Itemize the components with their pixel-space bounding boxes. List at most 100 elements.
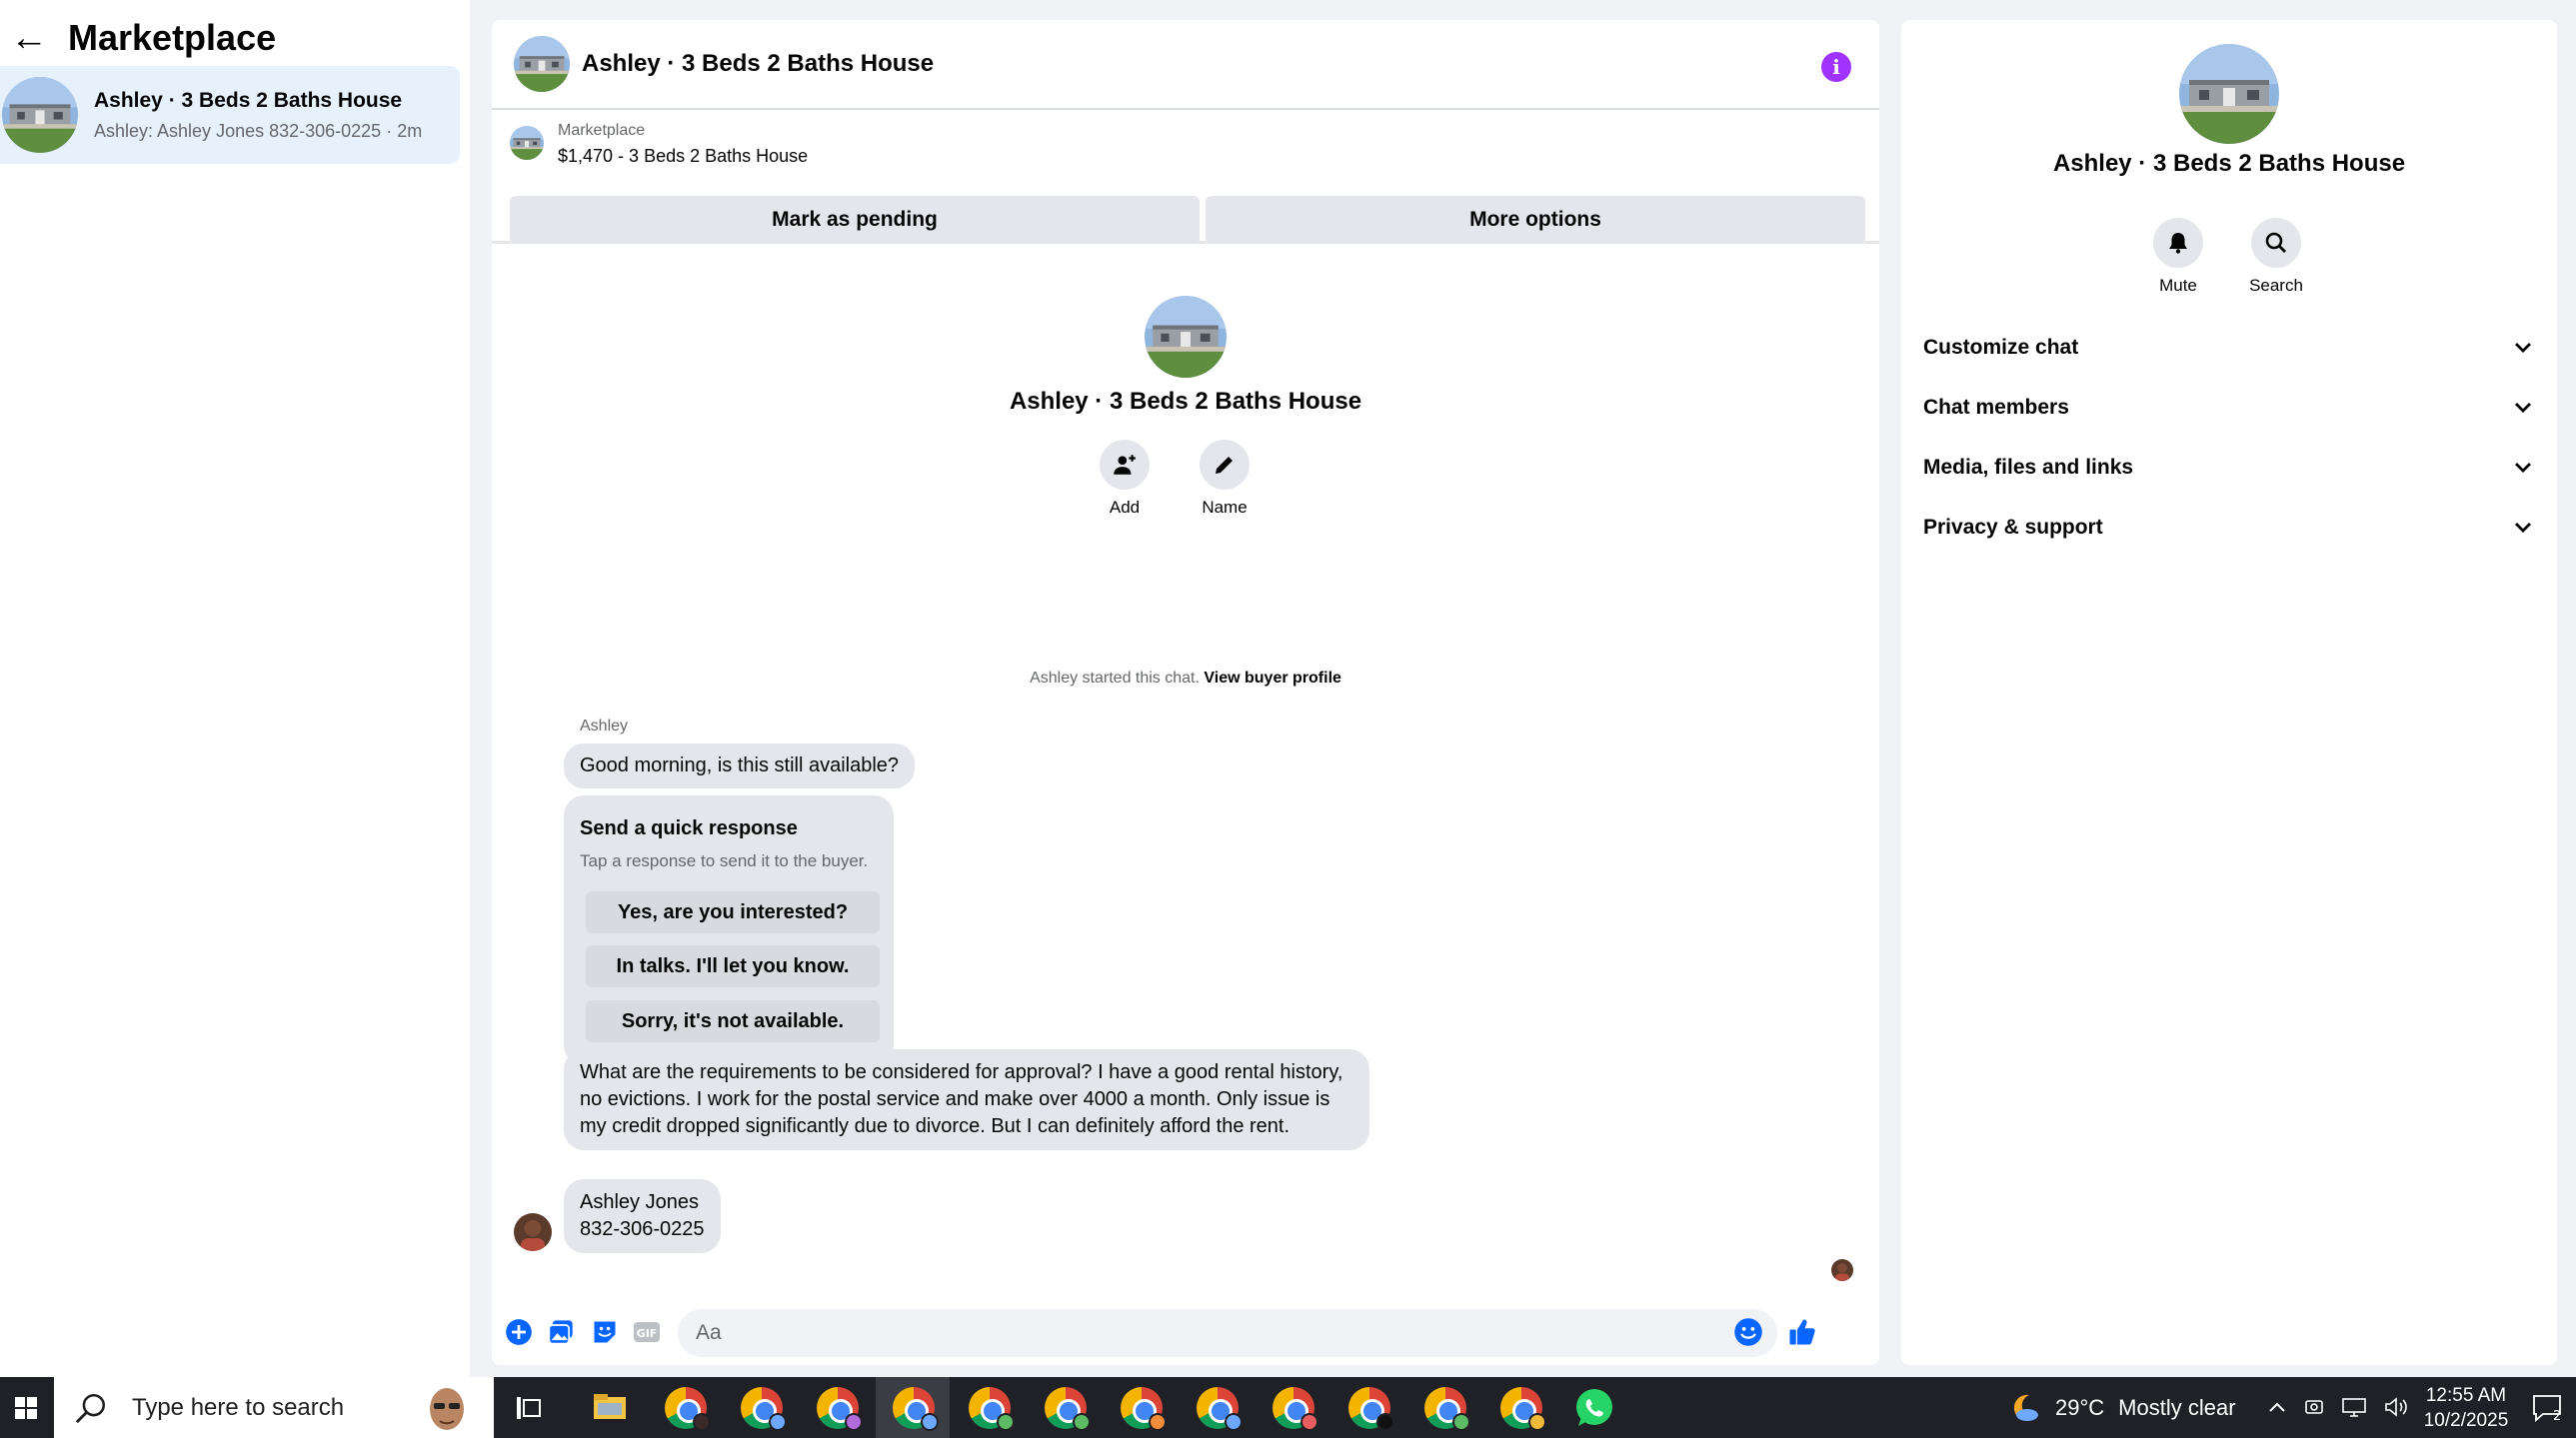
- search-icon: [2251, 218, 2301, 268]
- chevron-down-icon: [2515, 343, 2531, 353]
- add-people-button[interactable]: Add: [1099, 440, 1151, 518]
- chrome-icon[interactable]: [741, 1387, 787, 1431]
- sidebar-header: ← Marketplace: [10, 14, 276, 62]
- weather-condition: Mostly clear: [2118, 1394, 2236, 1420]
- name-chat-button[interactable]: Name: [1199, 440, 1251, 518]
- sender-avatar[interactable]: [514, 1213, 552, 1251]
- message-bubble: Good morning, is this still available?: [564, 743, 916, 788]
- contact-name: Ashley Jones: [580, 1191, 699, 1213]
- chrome-icon[interactable]: [1121, 1387, 1167, 1431]
- quick-response-option[interactable]: Yes, are you interested?: [586, 891, 880, 933]
- chat-title[interactable]: Ashley · 3 Beds 2 Baths House: [582, 50, 934, 78]
- listing-banner: Marketplace $1,470 - 3 Beds 2 Baths Hous…: [492, 112, 1879, 244]
- gif-icon[interactable]: GIF: [632, 1317, 662, 1347]
- chrome-icon[interactable]: [1197, 1387, 1243, 1431]
- section-label: Media, files and links: [1923, 456, 2134, 479]
- details-avatar: [2179, 44, 2279, 144]
- chat-started-notice: Ashley started this chat. View buyer pro…: [492, 670, 1879, 688]
- quick-response-card: Send a quick response Tap a response to …: [564, 795, 894, 1065]
- svg-text:GIF: GIF: [637, 1327, 658, 1340]
- listing-thumbnail: [2, 77, 78, 153]
- quick-response-title: Send a quick response: [580, 817, 798, 839]
- more-options-button[interactable]: More options: [1206, 196, 1865, 244]
- conversation-sidebar: ← Marketplace Ashley · 3 Beds 2 Baths Ho…: [0, 0, 470, 1377]
- message-bubble: Ashley Jones 832-306-0225: [564, 1179, 721, 1253]
- taskbar-search[interactable]: Type here to search: [54, 1377, 494, 1438]
- chrome-icon[interactable]: [665, 1387, 711, 1431]
- quick-response-option[interactable]: In talks. I'll let you know.: [586, 945, 880, 987]
- notification-count: 2: [2553, 1409, 2561, 1423]
- chevron-down-icon: [2515, 463, 2531, 473]
- task-view-icon[interactable]: [514, 1393, 544, 1423]
- chrome-icon[interactable]: [1045, 1387, 1091, 1431]
- chevron-up-icon[interactable]: [2267, 1395, 2287, 1419]
- view-buyer-profile-link[interactable]: View buyer profile: [1204, 670, 1341, 687]
- search-button[interactable]: Search: [2241, 218, 2311, 296]
- listing-thumbnail[interactable]: [510, 126, 544, 160]
- file-explorer-icon[interactable]: [592, 1391, 628, 1423]
- mark-as-pending-button[interactable]: Mark as pending: [510, 196, 1200, 244]
- system-clock[interactable]: 12:55 AM 10/2/2025: [2411, 1383, 2521, 1433]
- customize-chat-section[interactable]: Customize chat: [1923, 336, 2533, 360]
- system-tray: [2267, 1395, 2409, 1419]
- message-composer: GIF: [492, 1303, 1879, 1361]
- quick-response-subtitle: Tap a response to send it to the buyer.: [580, 851, 869, 870]
- section-label: Chat members: [1923, 396, 2069, 419]
- temperature: 29°C: [2055, 1394, 2105, 1420]
- chat-profile: Ashley · 3 Beds 2 Baths House Add Name: [492, 296, 1879, 518]
- sticker-icon[interactable]: [590, 1317, 620, 1347]
- plus-icon[interactable]: [504, 1317, 534, 1347]
- sidebar-title: Marketplace: [68, 17, 277, 58]
- name-label: Name: [1202, 498, 1248, 517]
- chevron-down-icon: [2515, 403, 2531, 413]
- info-icon[interactable]: i: [1821, 52, 1851, 82]
- chat-panel: Ashley · 3 Beds 2 Baths House i Marketpl…: [492, 20, 1879, 1365]
- clock-date: 10/2/2025: [2423, 1410, 2509, 1431]
- search-label: Search: [2249, 276, 2303, 295]
- weather-widget[interactable]: 29°C Mostly clear: [2007, 1377, 2236, 1438]
- contact-phone: 832-306-0225: [580, 1218, 705, 1240]
- media-files-links-section[interactable]: Media, files and links: [1923, 456, 2533, 480]
- windows-taskbar: Type here to search 29°C Mostly clear 12…: [0, 1377, 2576, 1438]
- chat-details-panel: Ashley · 3 Beds 2 Baths House Mute Searc…: [1901, 20, 2557, 1365]
- section-label: Privacy & support: [1923, 516, 2103, 539]
- chat-members-section[interactable]: Chat members: [1923, 396, 2533, 420]
- listing-title[interactable]: $1,470 - 3 Beds 2 Baths House: [558, 146, 808, 167]
- pencil-icon: [1200, 440, 1250, 490]
- chrome-icon[interactable]: [1273, 1387, 1318, 1431]
- notification-center-icon[interactable]: 2: [2531, 1393, 2563, 1424]
- network-icon[interactable]: [2341, 1395, 2367, 1419]
- section-label: Customize chat: [1923, 336, 2079, 359]
- search-icon: [75, 1393, 106, 1423]
- thumbs-up-icon[interactable]: [1787, 1317, 1817, 1347]
- chat-header: Ashley · 3 Beds 2 Baths House i: [492, 20, 1879, 110]
- profile-name: Ashley · 3 Beds 2 Baths House: [1009, 388, 1362, 415]
- chrome-icon[interactable]: [1348, 1387, 1394, 1431]
- conversation-preview: Ashley: Ashley Jones 832-306-0225 · 2m: [94, 120, 423, 141]
- chrome-icon[interactable]: [817, 1387, 863, 1431]
- privacy-support-section[interactable]: Privacy & support: [1923, 516, 2533, 540]
- started-text: Ashley started this chat.: [1030, 670, 1200, 687]
- photo-icon[interactable]: [546, 1317, 576, 1347]
- details-name: Ashley · 3 Beds 2 Baths House: [2052, 150, 2406, 177]
- message-input[interactable]: [678, 1309, 1777, 1357]
- chrome-icon[interactable]: [1424, 1387, 1470, 1431]
- arrow-left-icon[interactable]: ←: [10, 19, 48, 57]
- chrome-icon[interactable]: [1500, 1387, 1546, 1431]
- quick-response-option[interactable]: Sorry, it's not available.: [586, 1000, 880, 1042]
- mute-button[interactable]: Mute: [2143, 218, 2213, 296]
- chrome-icon[interactable]: [893, 1387, 939, 1431]
- clock-time: 12:55 AM: [2425, 1385, 2507, 1406]
- chevron-down-icon: [2515, 523, 2531, 533]
- seen-indicator-avatar: [1831, 1259, 1853, 1281]
- whatsapp-icon[interactable]: [1573, 1387, 1615, 1429]
- conversation-item[interactable]: Ashley · 3 Beds 2 Baths House Ashley: As…: [0, 66, 460, 164]
- chrome-icon[interactable]: [969, 1387, 1015, 1431]
- meet-now-icon[interactable]: [2303, 1395, 2325, 1419]
- chat-avatar[interactable]: [514, 36, 570, 92]
- emoji-icon[interactable]: [1733, 1317, 1763, 1347]
- windows-start-icon[interactable]: [0, 1377, 52, 1438]
- mute-label: Mute: [2159, 276, 2197, 295]
- volume-icon[interactable]: [2383, 1395, 2409, 1419]
- add-label: Add: [1109, 498, 1141, 517]
